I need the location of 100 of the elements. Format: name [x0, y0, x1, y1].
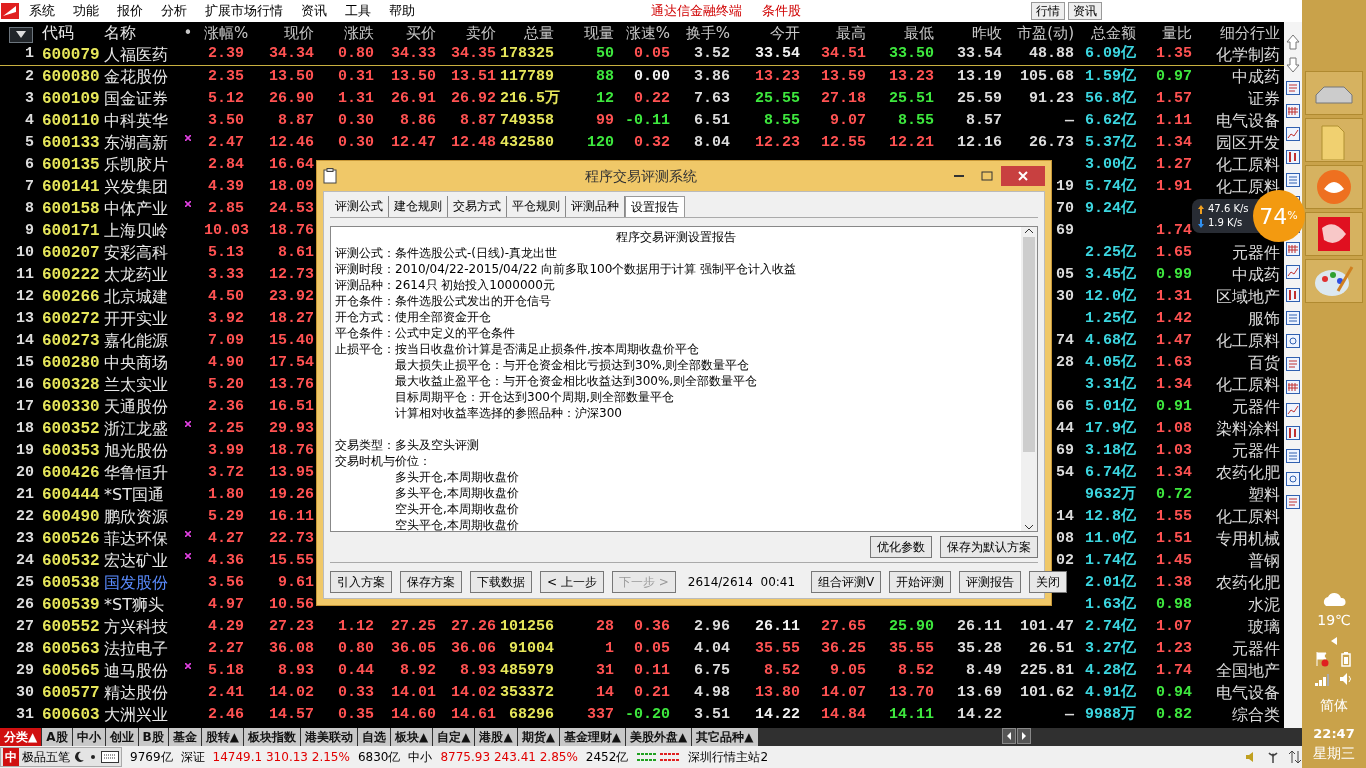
table-cell: 8.57 — [966, 111, 1002, 129]
row-number: 21 — [16, 485, 34, 503]
table-cell: 1.55 — [1156, 507, 1192, 525]
table-cell: 4.68亿 — [1085, 331, 1136, 349]
table-cell: 34.33 — [391, 45, 436, 63]
table-cell: 337 — [587, 705, 614, 723]
stock-name: 国金证券 — [104, 89, 168, 108]
table-cell: 8.92 — [400, 661, 436, 679]
table-cell: 0.30 — [338, 111, 374, 129]
table-cell: 19 — [1056, 177, 1074, 195]
row-number: 30 — [16, 683, 34, 701]
stock-code: 600328 — [42, 376, 100, 394]
table-cell: 11.0亿 — [1085, 529, 1136, 547]
industry-label: 化工原料 — [1216, 331, 1280, 350]
table-cell: 2.47 — [208, 133, 244, 151]
industry-label: 农药化肥 — [1216, 573, 1280, 592]
table-cell: 34.34 — [269, 45, 314, 63]
table-cell: 12.47 — [391, 133, 436, 151]
stock-code: 600222 — [42, 266, 100, 284]
table-cell: 1.27 — [1156, 155, 1192, 173]
table-cell: 12.0亿 — [1085, 287, 1136, 305]
table-cell: 12.73 — [269, 265, 314, 283]
ime-name: 极品五笔 — [22, 749, 70, 766]
report-line: 空头平仓,本周期收盘价 — [395, 518, 519, 532]
stock-code: 600158 — [42, 200, 100, 218]
table-cell: 7.09 — [208, 331, 244, 349]
report-line: 开仓条件：条件选股公式发出的开仓信号 — [335, 294, 551, 308]
industry-label: 证券 — [1248, 89, 1280, 108]
table-cell: 13.70 — [889, 683, 934, 701]
table-cell: 5.74亿 — [1085, 177, 1136, 195]
report-line: 交易时机与价位： — [335, 454, 431, 468]
table-cell: 2.46 — [208, 705, 244, 723]
column-header: 名称 — [103, 22, 137, 44]
table-cell: 5.18 — [208, 661, 244, 679]
table-cell: 74 — [1056, 331, 1074, 349]
table-cell: 14.01 — [391, 683, 436, 701]
stock-name: 中科英华 — [104, 111, 168, 130]
row-number: 31 — [16, 705, 34, 723]
table-cell: 0.22 — [634, 89, 670, 107]
index-quote: 8775.93 243.41 2.85% — [440, 749, 578, 766]
table-cell: 13.59 — [821, 67, 866, 85]
table-cell: 432580 — [500, 133, 554, 151]
table-cell: 19.26 — [269, 485, 314, 503]
table-cell: 4.90 — [208, 353, 244, 371]
table-cell: 12.46 — [269, 133, 314, 151]
table-cell: 08 — [1056, 529, 1074, 547]
column-header: 买价 — [405, 22, 437, 44]
table-cell: 69 — [1056, 441, 1074, 459]
table-cell: 1.80 — [208, 485, 244, 503]
table-cell: 120 — [587, 133, 614, 151]
table-cell: 13.76 — [269, 375, 314, 393]
industry-label: 元器件 — [1232, 639, 1280, 658]
table-cell: 14.02 — [269, 683, 314, 701]
table-cell: 29.93 — [269, 419, 314, 437]
table-cell: 5.12 — [208, 89, 244, 107]
table-cell: 0.97 — [1156, 67, 1192, 85]
table-cell: 28 — [596, 617, 614, 635]
table-cell: 0.35 — [338, 705, 374, 723]
table-cell: 0.11 — [634, 661, 670, 679]
column-header: 今开 — [769, 22, 801, 44]
stock-name: 浙江龙盛 — [104, 419, 168, 438]
stock-name: 北京城建 — [104, 287, 168, 306]
table-cell: 3.00亿 — [1085, 155, 1136, 173]
table-cell: 27.25 — [391, 617, 436, 635]
row-number: 4 — [25, 111, 34, 129]
report-line: 止损平仓：按当日收盘价计算是否满足止损条件,按本周期收盘价平仓 — [335, 342, 699, 356]
table-cell: 18.76 — [269, 221, 314, 239]
stock-code: 600603 — [42, 706, 100, 724]
table-cell: 1.42 — [1156, 309, 1192, 327]
server-label: 深圳行情主站2 — [688, 749, 769, 766]
row-number: 22 — [16, 507, 34, 525]
percent-sign: % — [1287, 207, 1298, 224]
column-header: 涨幅% — [204, 22, 248, 44]
table-cell: -0.20 — [625, 705, 670, 723]
table-cell: 9.05 — [830, 661, 866, 679]
table-cell: 9.24亿 — [1085, 199, 1136, 217]
table-cell: 4.04 — [694, 639, 730, 657]
industry-label: 化工原料 — [1216, 155, 1280, 174]
stock-name: *ST国通 — [104, 485, 164, 504]
table-cell: 0.32 — [634, 133, 670, 151]
index-quote: 14749.1 310.13 2.15% — [212, 749, 350, 766]
table-cell: 14.60 — [391, 705, 436, 723]
stock-code: 600280 — [42, 354, 100, 372]
industry-label: 综合类 — [1232, 705, 1280, 724]
industry-label: 元器件 — [1232, 243, 1280, 262]
table-cell: 8.61 — [278, 243, 314, 261]
table-cell: 0.05 — [634, 639, 670, 657]
industry-label: 电气设备 — [1216, 683, 1280, 702]
report-line: 评测时段：2010/04/22-2015/04/22 向前多取100个数据用于计算 强制平仓计入收益 — [335, 262, 797, 276]
table-cell: 3.56 — [208, 573, 244, 591]
stock-code: 600330 — [42, 398, 100, 416]
table-cell: 8.87 — [460, 111, 496, 129]
industry-label: 元器件 — [1232, 441, 1280, 460]
table-cell: 4.97 — [208, 595, 244, 613]
table-cell: 0.98 — [1156, 595, 1192, 613]
column-header: 总金额 — [1090, 22, 1137, 44]
row-number: 20 — [16, 463, 34, 481]
industry-label: 化学制药 — [1216, 44, 1280, 64]
table-cell: 8.52 — [898, 661, 934, 679]
stock-name: 旭光股份 — [104, 441, 168, 460]
